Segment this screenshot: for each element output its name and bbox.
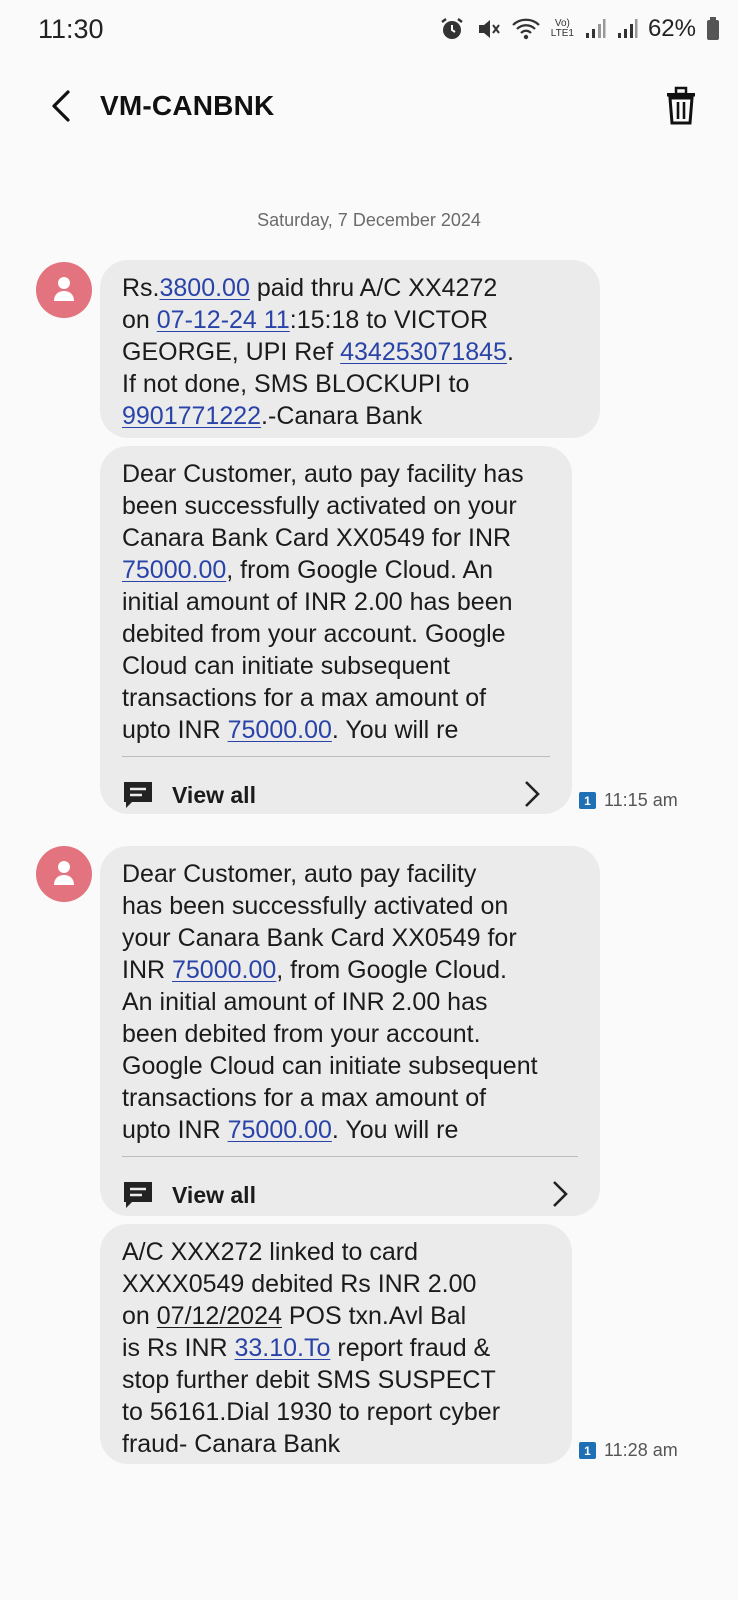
message-icon (124, 1182, 152, 1208)
mute-icon (478, 20, 500, 38)
message-link[interactable]: 75000.00 (228, 716, 332, 744)
volte-icon: Vo) LTE1 (550, 18, 574, 39)
message-text: Rs.3800.00 paid thru A/C XX4272 on 07-12… (122, 272, 578, 432)
message-link[interactable]: 434253071845 (340, 338, 507, 366)
status-icons: Vo) LTE1 62% (439, 12, 720, 46)
back-arrow-icon[interactable] (42, 86, 82, 126)
message-text-segment: Dear Customer, auto pay facility has bee… (122, 460, 524, 552)
person-icon (54, 277, 74, 301)
signal-icon (617, 19, 638, 38)
message-time: 11:15 am (604, 790, 678, 810)
battery-icon (707, 17, 719, 40)
message-text-segment: .-Canara Bank (261, 402, 423, 430)
message-link[interactable]: 75000.00 (122, 556, 226, 584)
sim-badge: 1 (579, 1442, 596, 1459)
message-text-segment: . You will re (331, 716, 459, 744)
sim-badge: 1 (579, 792, 596, 809)
message-link[interactable]: 75000.00 (228, 1116, 332, 1144)
person-icon (54, 861, 74, 885)
message-bubble[interactable]: Dear Customer, auto pay facility has bee… (100, 446, 572, 814)
message-date-link[interactable]: 07/12/2024 (157, 1302, 282, 1330)
message-link[interactable]: 07-12-24 11 (157, 306, 290, 334)
message-meta: 1 11:28 am (579, 1440, 678, 1461)
battery-percentage: 62% (647, 15, 696, 42)
chevron-right-icon (525, 781, 540, 807)
message-link[interactable]: 9901771222 (122, 402, 261, 430)
alarm-icon (441, 18, 463, 39)
status-time: 11:30 (38, 14, 104, 44)
conversation-title[interactable]: VM-CANBNK (100, 90, 274, 122)
chevron-right-icon (553, 1181, 568, 1207)
message-link[interactable]: 3800.00 (160, 274, 250, 302)
view-all-button[interactable]: View all (122, 1157, 578, 1233)
status-bar: 11:30 Vo) LTE1 62% (0, 0, 738, 60)
message-bubble[interactable]: Rs.3800.00 paid thru A/C XX4272 on 07-12… (100, 260, 600, 438)
message-icon (124, 782, 152, 808)
sender-avatar[interactable] (36, 262, 92, 318)
message-bubble[interactable]: A/C XXX272 linked to card XXXX0549 debit… (100, 1224, 572, 1464)
view-all-button[interactable]: View all (122, 757, 550, 833)
message-link[interactable]: 33.10.To (235, 1334, 331, 1362)
message-link[interactable]: 75000.00 (172, 956, 276, 984)
message-time: 11:28 am (604, 1440, 678, 1460)
message-meta: 1 11:15 am (579, 790, 678, 811)
message-bubble[interactable]: Dear Customer, auto pay facility has bee… (100, 846, 600, 1216)
conversation-header: VM-CANBNK (0, 70, 738, 142)
date-divider: Saturday, 7 December 2024 (257, 210, 481, 230)
sender-avatar[interactable] (36, 846, 92, 902)
view-all-label: View all (172, 1181, 256, 1208)
message-text-segment: Rs. (122, 274, 160, 302)
signal-icon (585, 19, 606, 38)
message-text: Dear Customer, auto pay facility has bee… (122, 458, 550, 746)
wifi-icon (512, 18, 540, 40)
message-text-segment: . You will re (331, 1116, 459, 1144)
message-text: A/C XXX272 linked to card XXXX0549 debit… (122, 1236, 550, 1460)
view-all-label: View all (172, 781, 256, 808)
trash-icon[interactable] (664, 86, 698, 126)
message-text: Dear Customer, auto pay facility has bee… (122, 858, 578, 1146)
